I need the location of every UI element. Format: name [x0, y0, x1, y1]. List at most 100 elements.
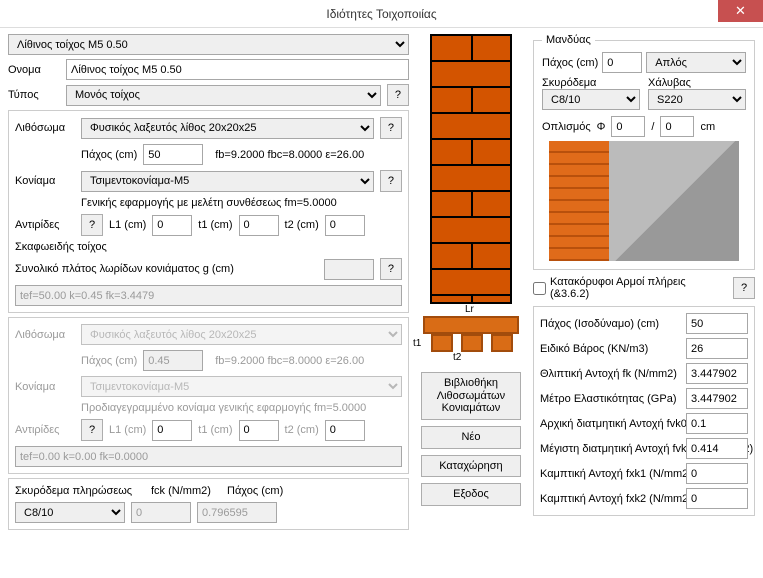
r8-label: Καμπτική Αντοχή fxk2 (N/mm2) — [540, 493, 680, 505]
wall-preset-select[interactable]: Λίθινος τοίχος M5 0.50 — [8, 34, 409, 55]
spacing-input[interactable] — [660, 116, 694, 137]
pahos-input-1[interactable] — [143, 144, 203, 165]
new-button[interactable]: Νέο — [421, 426, 521, 449]
mandyas-type-select[interactable]: Απλός — [646, 52, 746, 73]
phi-label: Φ — [597, 121, 606, 133]
t1-label-1: t1 (cm) — [198, 219, 232, 231]
r1-input[interactable] — [686, 313, 748, 334]
type-label: Τύπος — [8, 89, 60, 101]
library-button[interactable]: Βιβλιοθήκη Λιθοσωμάτων Κονιαμάτων — [421, 372, 521, 420]
type-help-button[interactable]: ? — [387, 84, 409, 106]
pahos-input-2 — [143, 350, 203, 371]
save-button[interactable]: Καταχώρηση — [421, 455, 521, 478]
brick-wall-graphic — [430, 34, 512, 304]
fb-line-2: fb=9.2000 fbc=8.0000 ε=26.00 — [215, 355, 364, 367]
name-label: Ονομα — [8, 64, 60, 76]
fck-label: fck (N/mm2) — [151, 485, 221, 497]
diag-t1: t1 — [413, 338, 421, 349]
t2-label-2: t2 (cm) — [285, 424, 319, 436]
slash-label: / — [651, 121, 654, 133]
koniama-help-1[interactable]: ? — [380, 170, 402, 192]
r3-label: Θλιπτική Αντοχή fk (N/mm2) — [540, 368, 677, 380]
exit-button[interactable]: Εξοδος — [421, 483, 521, 506]
koniama-label-2: Κονίαμα — [15, 381, 75, 393]
oplismos-label: Οπλισμός — [542, 121, 591, 133]
antirides-help-2[interactable]: ? — [81, 419, 103, 441]
tef-line-1 — [15, 285, 402, 306]
r4-label: Μέτρο Ελαστικότητας (GPa) — [540, 393, 677, 405]
lithosoma-label-2: Λιθόσωμα — [15, 329, 75, 341]
antirides-help-1[interactable]: ? — [81, 214, 103, 236]
r7-input[interactable] — [686, 463, 748, 484]
results-group: Πάχος (Ισοδύναμο) (cm) Ειδικό Βάρος (KN/… — [533, 306, 755, 516]
lithosoma-help-1[interactable]: ? — [380, 117, 402, 139]
mandyas-xal-select[interactable]: S220 — [648, 89, 746, 110]
fb-line-1: fb=9.2000 fbc=8.0000 ε=26.00 — [215, 149, 364, 161]
koniama-label-1: Κονίαμα — [15, 175, 75, 187]
mandyas-fieldset: Μανδύας Πάχος (cm) Απλός Σκυρόδεμα C8/10… — [533, 34, 755, 270]
diag-t2: t2 — [453, 352, 461, 363]
antirides-label-2: Αντιρίδες — [15, 424, 75, 436]
skaf-caption: Σκαφωειδής τοίχος — [15, 241, 107, 253]
cm-label: cm — [700, 121, 715, 133]
r2-input[interactable] — [686, 338, 748, 359]
r5-input[interactable] — [686, 413, 748, 434]
pahos-label-2: Πάχος (cm) — [81, 355, 137, 367]
pahos-label-1: Πάχος (cm) — [81, 149, 137, 161]
window-title: Ιδιότητες Τοιχοποιίας — [326, 7, 436, 21]
r7-label: Καμπτική Αντοχή fxk1 (N/mm2) — [540, 468, 680, 480]
name-input[interactable] — [66, 59, 409, 80]
t1-input-1[interactable] — [239, 215, 279, 236]
lithosoma-label-1: Λιθόσωμα — [15, 122, 75, 134]
koniama-line-2: Προδιαγεγραμμένο κονίαμα γενικής εφαρμογ… — [81, 402, 366, 414]
vert-joints-help[interactable]: ? — [733, 277, 755, 299]
r4-input[interactable] — [686, 388, 748, 409]
sunoliko-label: Συνολικό πλάτος λωρίδων κονιάματος g (cm… — [15, 263, 318, 275]
r6-label: Μέγιστη διατμητική Αντοχή fvkmax (N/mm2) — [540, 443, 680, 455]
vert-joints-checkbox[interactable] — [533, 282, 546, 295]
skir-pahos-input — [197, 502, 277, 523]
fck-input — [131, 502, 191, 523]
skir-pahos-label: Πάχος (cm) — [227, 485, 283, 497]
r6-input[interactable] — [686, 438, 748, 459]
skirodema-group: Σκυρόδεμα πληρώσεως fck (N/mm2) Πάχος (c… — [8, 478, 409, 530]
phi-input[interactable] — [611, 116, 645, 137]
vert-joints-checkbox-row[interactable]: Κατακόρυφοι Αρμοί πλήρεις (&3.6.2) — [533, 276, 727, 300]
l1-input-2[interactable] — [152, 420, 192, 441]
t2-input-1[interactable] — [325, 215, 365, 236]
mandyas-pahos-label: Πάχος (cm) — [542, 57, 598, 69]
mandyas-graphic — [549, 141, 739, 261]
l1-label-1: L1 (cm) — [109, 219, 146, 231]
lithosoma-select-1[interactable]: Φυσικός λαξευτός λίθος 20x20x25 — [81, 118, 374, 139]
skirodema-select[interactable]: C8/10 — [15, 502, 125, 523]
diag-lr: Lr — [465, 304, 474, 315]
tef-line-2 — [15, 446, 402, 467]
section-1: Λιθόσωμα Φυσικός λαξευτός λίθος 20x20x25… — [8, 110, 409, 313]
r8-input[interactable] — [686, 488, 748, 509]
lithosoma-select-2: Φυσικός λαξευτός λίθος 20x20x25 — [81, 324, 402, 345]
t2-input-2[interactable] — [325, 420, 365, 441]
section-2: Λιθόσωμα Φυσικός λαξευτός λίθος 20x20x25… — [8, 317, 409, 474]
r3-input[interactable] — [686, 363, 748, 384]
type-select[interactable]: Μονός τοίχος — [66, 85, 381, 106]
close-button[interactable]: ✕ — [718, 0, 763, 22]
l1-label-2: L1 (cm) — [109, 424, 146, 436]
titlebar: Ιδιότητες Τοιχοποιίας ✕ — [0, 0, 763, 28]
r5-label: Αρχική διατμητική Αντοχή fvk0 (N/mm2) — [540, 418, 680, 430]
r1-label: Πάχος (Ισοδύναμο) (cm) — [540, 318, 659, 330]
mandyas-legend: Μανδύας — [542, 34, 595, 46]
mandyas-xal-label: Χάλυβας — [648, 77, 746, 89]
koniama-select-1[interactable]: Τσιμεντοκονίαμα-M5 — [81, 171, 374, 192]
dimension-diagram: Lr t1 t2 — [417, 310, 525, 366]
skirodema-caption: Σκυρόδεμα πληρώσεως — [15, 485, 145, 497]
t1-input-2[interactable] — [239, 420, 279, 441]
g-help-button[interactable]: ? — [380, 258, 402, 280]
mandyas-skyr-select[interactable]: C8/10 — [542, 89, 640, 110]
mandyas-pahos-input[interactable] — [602, 52, 642, 73]
antirides-label-1: Αντιρίδες — [15, 219, 75, 231]
koniama-select-2: Τσιμεντοκονίαμα-M5 — [81, 376, 402, 397]
koniama-line-1: Γενικής εφαρμογής με μελέτη συνθέσεως fm… — [81, 197, 337, 209]
t1-label-2: t1 (cm) — [198, 424, 232, 436]
g-input — [324, 259, 374, 280]
l1-input-1[interactable] — [152, 215, 192, 236]
